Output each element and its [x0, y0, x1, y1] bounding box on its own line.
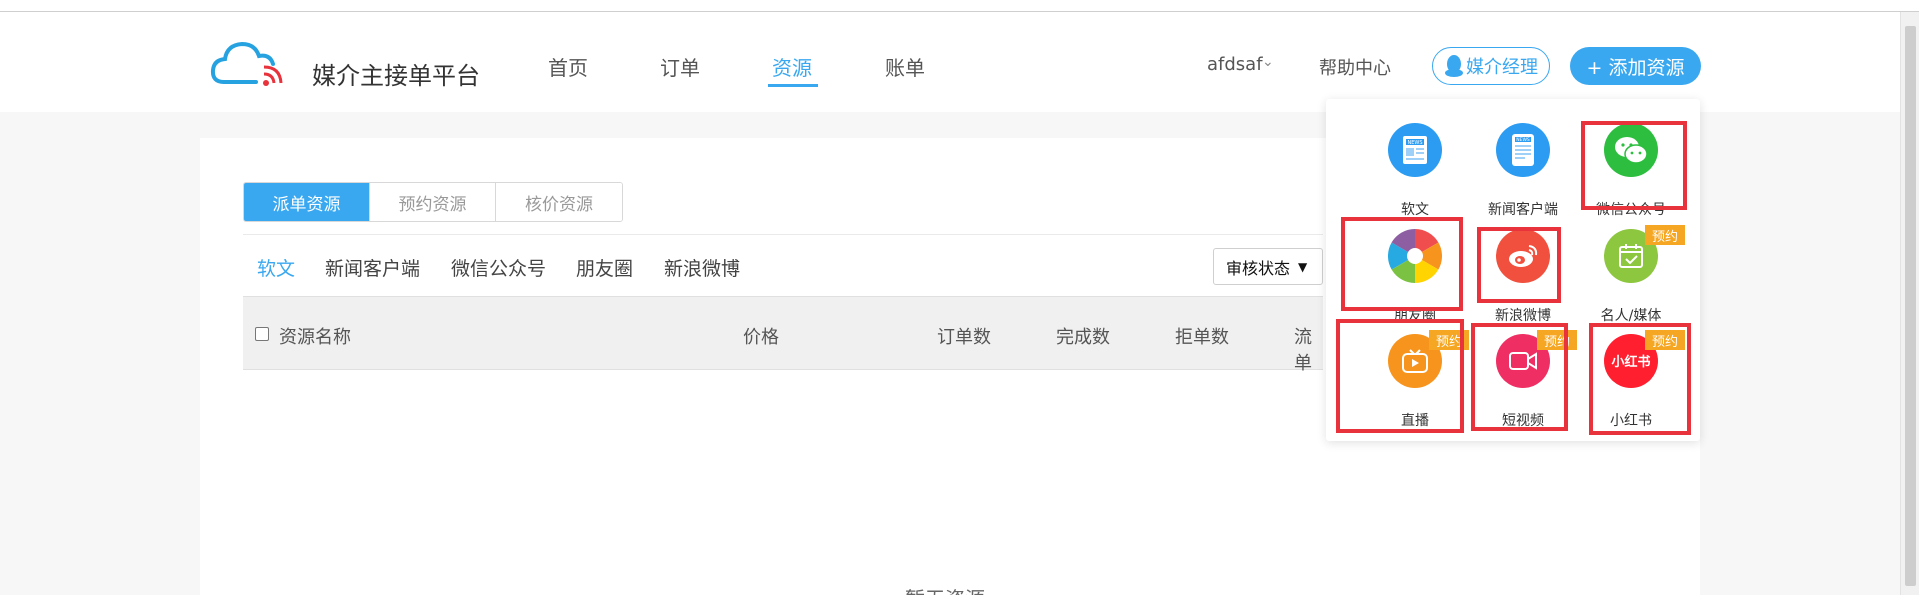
review-status-value: 审核状态 [1226, 258, 1291, 278]
popup-item-label: 新浪微博 [1495, 308, 1551, 324]
help-center-link[interactable]: 帮助中心 [1319, 54, 1391, 80]
nav-home[interactable]: 首页 [548, 52, 588, 81]
category-weibo[interactable]: 新浪微博 [664, 254, 740, 281]
col-lost-count: 流单 [1294, 327, 1312, 374]
highlight-box [1581, 121, 1687, 210]
empty-state-text: 暂无资源 [905, 583, 985, 595]
highlight-box [1471, 323, 1568, 431]
popup-item-label: 新闻客户端 [1488, 202, 1558, 218]
select-all-checkbox[interactable] [255, 327, 269, 341]
news-icon: NEWS [1388, 123, 1442, 177]
category-news-client[interactable]: 新闻客户端 [325, 254, 420, 281]
chevron-down-icon: ▼ [1298, 259, 1308, 274]
nav-active-underline [768, 84, 818, 87]
svg-text:NEWS: NEWS [1516, 137, 1530, 143]
add-resource-button[interactable]: + 添加资源 [1570, 47, 1701, 85]
svg-text:NEWS: NEWS [1407, 140, 1422, 146]
media-manager-label: 媒介经理 [1466, 57, 1538, 78]
highlight-box [1336, 319, 1464, 433]
tab-dispatch-resources[interactable]: 派单资源 [244, 183, 370, 221]
col-rejected-count: 拒单数 [1175, 327, 1229, 348]
qq-penguin-icon [1445, 55, 1463, 77]
highlight-box [1341, 217, 1463, 311]
table-header: 资源名称 价格 订单数 完成数 拒单数 流单 [243, 296, 1323, 374]
col-resource-name: 资源名称 [279, 327, 351, 348]
brand-name: 媒介主接单平台 [312, 62, 480, 90]
resource-tabs: 派单资源 预约资源 核价资源 [243, 182, 623, 222]
scrollbar-thumb[interactable] [1905, 26, 1916, 586]
highlight-box [1589, 323, 1691, 435]
nav-resources[interactable]: 资源 [772, 52, 812, 81]
add-resource-popup: NEWS 软文 NEWS 新闻客户端 微信公众号 朋友圈 新浪微博 预约 名人/… [1326, 99, 1700, 441]
col-completed-count: 完成数 [1056, 327, 1110, 348]
chevron-down-icon[interactable]: ⌄ [1262, 54, 1274, 70]
popup-item-label: 软文 [1401, 202, 1429, 218]
news-tablet-icon: NEWS [1496, 123, 1550, 177]
category-moments[interactable]: 朋友圈 [576, 254, 633, 281]
user-menu[interactable]: afdsaf [1207, 54, 1263, 75]
review-status-select[interactable]: 审核状态 ▼ [1213, 248, 1323, 285]
booking-badge: 预约 [1645, 225, 1685, 245]
popup-item-soft-article[interactable]: NEWS 软文 [1361, 113, 1469, 218]
divider [243, 234, 1323, 235]
tab-booking-resources[interactable]: 预约资源 [370, 183, 496, 221]
highlight-box [1477, 227, 1561, 303]
nav-bills[interactable]: 账单 [885, 52, 925, 81]
cloud-logo-icon [210, 41, 283, 86]
col-order-count: 订单数 [937, 327, 991, 348]
col-price: 价格 [743, 327, 779, 348]
browser-top-line [0, 0, 1919, 12]
popup-item-news-client[interactable]: NEWS 新闻客户端 [1469, 113, 1577, 218]
nav-orders[interactable]: 订单 [660, 52, 700, 81]
popup-item-label: 名人/媒体 [1600, 308, 1662, 324]
tab-pricing-resources[interactable]: 核价资源 [496, 183, 622, 221]
media-manager-button[interactable]: 媒介经理 [1432, 47, 1550, 85]
category-wechat[interactable]: 微信公众号 [451, 254, 546, 281]
popup-item-celebrity-media[interactable]: 预约 名人/媒体 [1577, 219, 1685, 324]
category-soft-article[interactable]: 软文 [257, 254, 295, 281]
scrollbar[interactable] [1900, 12, 1919, 595]
